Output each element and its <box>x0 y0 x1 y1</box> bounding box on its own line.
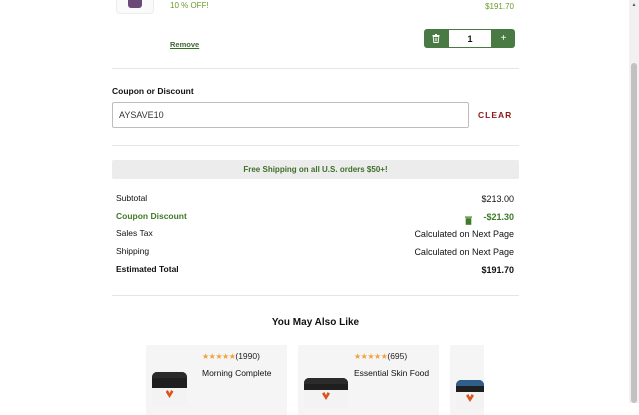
shipping-label: Shipping <box>116 246 150 256</box>
quantity-input[interactable] <box>449 30 491 47</box>
product-card[interactable] <box>450 345 484 415</box>
coupon-label: Coupon or Discount <box>112 86 194 96</box>
recommendations-title: You May Also Like <box>271 317 360 328</box>
item-price: $191.70 <box>485 2 514 11</box>
product-card[interactable]: ★★★★★(1990) Morning Complete <box>146 345 287 415</box>
shipping-value: Calculated on Next Page <box>414 247 514 257</box>
subtotal-value: $213.00 <box>481 194 514 204</box>
rating-stars: ★★★★★(695) <box>354 351 408 361</box>
trash-icon[interactable] <box>424 29 448 48</box>
subtotal-label: Subtotal <box>116 193 148 203</box>
coupon-discount-value: -$21.30 <box>483 212 514 222</box>
sales-tax-label: Sales Tax <box>116 228 153 238</box>
product-image <box>456 380 484 410</box>
divider <box>112 145 519 146</box>
product-thumbnail <box>116 0 154 14</box>
estimated-total-label: Estimated Total <box>116 264 179 274</box>
divider <box>112 68 519 69</box>
product-image <box>304 378 348 408</box>
product-image <box>152 372 187 406</box>
free-shipping-banner: Free Shipping on all U.S. orders $50+! <box>112 160 519 179</box>
clear-coupon-button[interactable]: CLEAR <box>478 110 512 120</box>
scrollbar-thumb[interactable] <box>631 63 637 403</box>
product-card[interactable]: ★★★★★(695) Essential Skin Food <box>298 345 439 415</box>
item-discount-text: 10 % OFF! <box>170 1 209 10</box>
coupon-input[interactable] <box>112 102 469 128</box>
product-name[interactable]: Morning Complete <box>202 368 271 378</box>
sales-tax-value: Calculated on Next Page <box>414 229 514 239</box>
plus-icon[interactable]: + <box>492 29 515 48</box>
arrow-up-icon[interactable]: ▲ <box>629 0 639 9</box>
coupon-discount-label: Coupon Discount <box>116 211 187 221</box>
estimated-total-value: $191.70 <box>481 265 514 275</box>
trash-icon[interactable] <box>465 212 472 230</box>
review-count: (1990) <box>235 351 260 361</box>
rating-stars: ★★★★★(1990) <box>202 351 260 361</box>
divider <box>112 295 519 296</box>
product-name[interactable]: Essential Skin Food <box>354 368 429 378</box>
review-count: (695) <box>387 351 408 361</box>
remove-link[interactable]: Remove <box>170 40 199 49</box>
quantity-stepper: + <box>424 29 515 48</box>
